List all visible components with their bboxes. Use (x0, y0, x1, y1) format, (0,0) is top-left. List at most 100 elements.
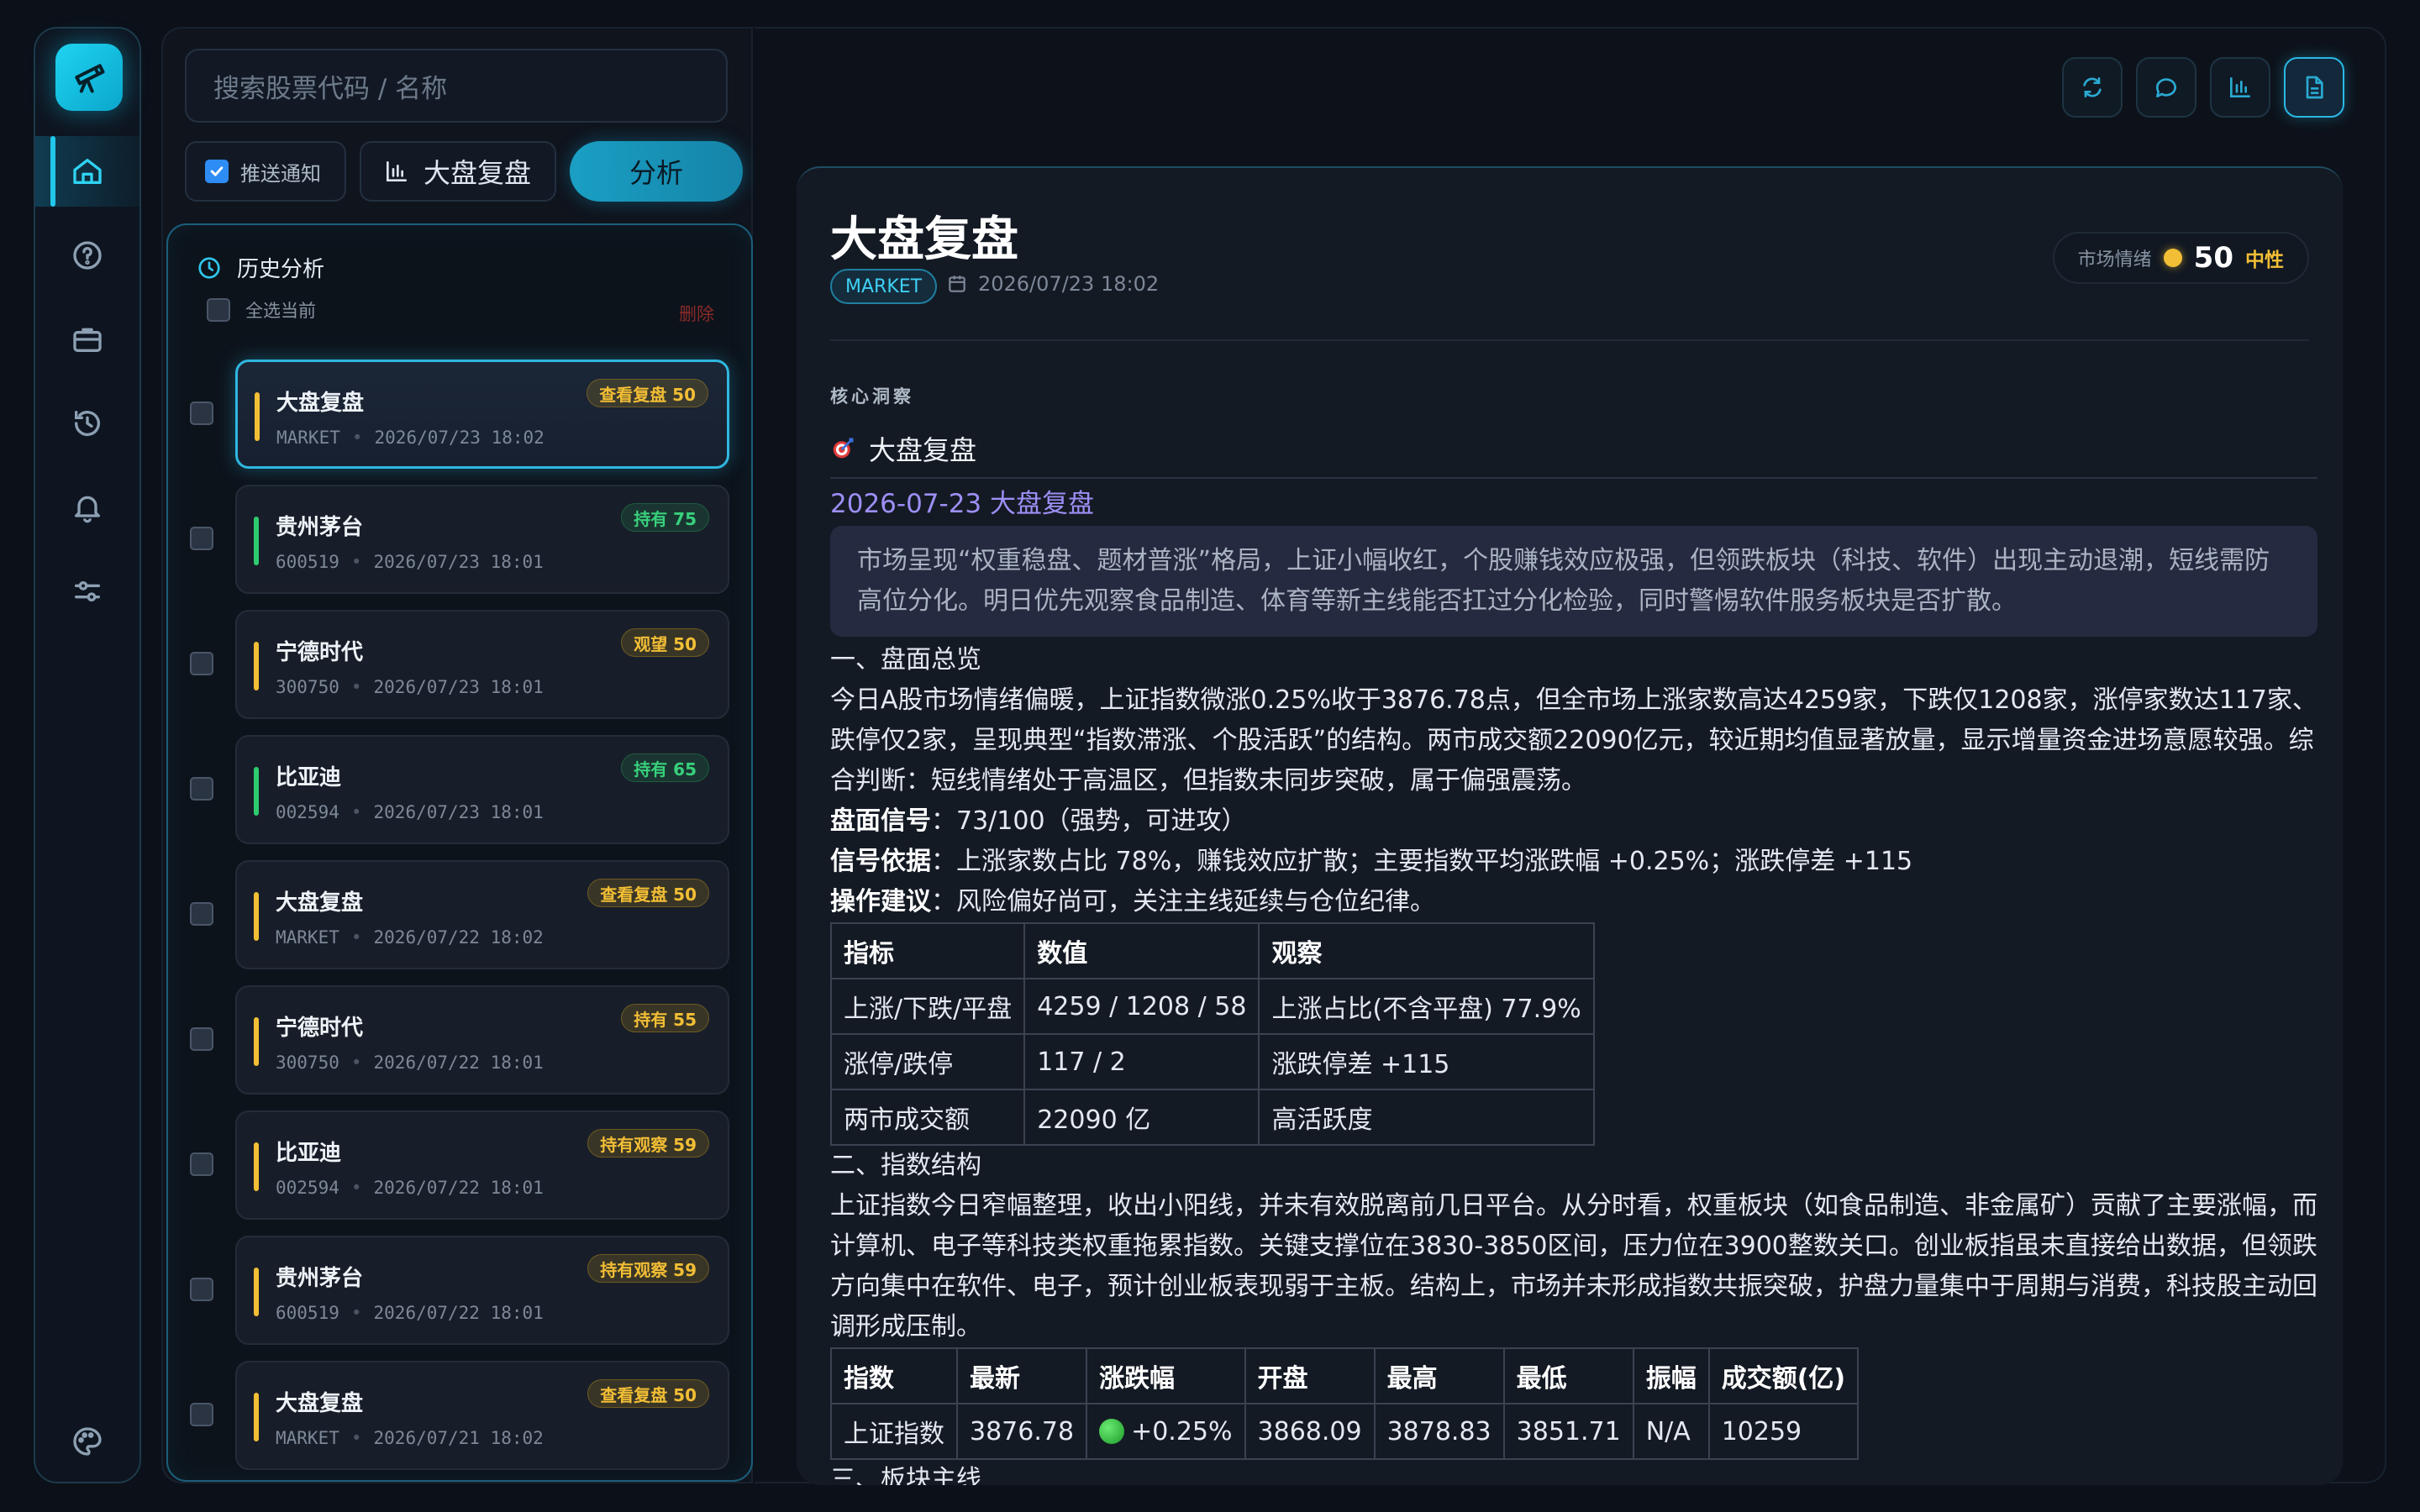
history-nav-icon[interactable] (35, 388, 139, 459)
cell-text: 3878.83 (1386, 1416, 1491, 1446)
table-cell: 117 / 2 (1023, 1033, 1260, 1090)
analyze-button[interactable]: 分析 (570, 141, 744, 202)
table-cell: +0.25% (1086, 1403, 1246, 1460)
chart-button[interactable] (2210, 57, 2270, 118)
stock-code: 300750 (276, 677, 339, 697)
stock-meta: MARKET • 2026/07/22 18:02 (276, 927, 544, 948)
section2-title: 二、指数结构 (830, 1151, 981, 1180)
briefcase-nav-icon[interactable] (35, 304, 139, 375)
table-header-cell: 数值 (1023, 922, 1260, 979)
stock-meta: 300750 • 2026/07/22 18:01 (276, 1053, 544, 1073)
bell-nav-icon[interactable] (35, 472, 139, 543)
history-card[interactable]: 比亚迪 002594 • 2026/07/22 18:01 持有观察 59 (235, 1110, 729, 1220)
basis-value: ：上涨家数占比 78%，赚钱效应扩散；主要指数平均涨跌幅 +0.25%；涨跌停差… (931, 847, 1913, 876)
history-row: 比亚迪 002594 • 2026/07/23 18:01 持有 65 (168, 735, 751, 844)
sentiment-dot-icon (2163, 249, 2182, 267)
row-checkbox[interactable] (190, 902, 213, 926)
basis-label: 信号依据 (830, 847, 931, 876)
row-checkbox[interactable] (190, 1278, 213, 1301)
history-card[interactable]: 宁德时代 300750 • 2026/07/23 18:01 观望 50 (235, 610, 729, 719)
stock-meta: 002594 • 2026/07/23 18:01 (276, 802, 544, 822)
history-row: 大盘复盘 MARKET • 2026/07/22 18:02 查看复盘 50 (168, 860, 751, 969)
cell-text: 22090 亿 (1037, 1105, 1151, 1135)
stock-search-input[interactable]: 搜索股票代码 / 名称 (185, 49, 728, 123)
stock-meta: MARKET • 2026/07/21 18:02 (276, 1428, 544, 1448)
refresh-icon (2083, 77, 2102, 97)
cell-text: 4259 / 1208 / 58 (1037, 991, 1247, 1021)
analysis-time: 2026/07/23 18:01 (373, 677, 544, 697)
table-cell: 3876.78 (955, 1403, 1088, 1460)
history-card[interactable]: 贵州茅台 600519 • 2026/07/23 18:01 持有 75 (235, 485, 729, 594)
status-bar (254, 1268, 259, 1316)
home-nav-icon[interactable] (35, 136, 139, 207)
signal-line: 盘面信号：73/100（强势，可进攻） (830, 801, 2317, 842)
status-badge: 观望 50 (621, 628, 709, 657)
row-checkbox[interactable] (190, 1152, 213, 1176)
row-checkbox[interactable] (190, 402, 213, 425)
history-card[interactable]: 贵州茅台 600519 • 2026/07/22 18:01 持有观察 59 (235, 1236, 729, 1345)
palette-theme-icon[interactable] (35, 1406, 139, 1477)
table-cell: 3868.09 (1244, 1403, 1376, 1460)
check-icon (210, 166, 224, 176)
history-card[interactable]: 宁德时代 300750 • 2026/07/22 18:01 持有 55 (235, 985, 729, 1095)
history-card[interactable]: 大盘复盘 MARKET • 2026/07/23 18:02 查看复盘 50 (235, 360, 729, 469)
green-status-dot-icon (1099, 1418, 1125, 1444)
cell-text: 上涨占比(不含平盘) 77.9% (1271, 995, 1581, 1024)
history-card[interactable]: 比亚迪 002594 • 2026/07/23 18:01 持有 65 (235, 735, 729, 844)
row-checkbox[interactable] (190, 527, 213, 550)
select-all-label: 全选当前 (245, 301, 316, 321)
table-cell: 10259 (1707, 1403, 1860, 1460)
history-panel: 历史分析 全选当前 删除 大盘复盘 MARKET • 2026/07/23 18:02… (166, 223, 753, 1482)
stock-code: 300750 (276, 1053, 339, 1073)
notify-checkbox[interactable] (205, 160, 229, 183)
divider (830, 477, 2317, 479)
analysis-time: 2026/07/22 18:01 (373, 1303, 544, 1323)
table-cell: 上涨占比(不含平盘) 77.9% (1258, 978, 1595, 1035)
row-checkbox[interactable] (190, 652, 213, 675)
stock-code: 002594 (276, 1178, 339, 1198)
notify-toggle[interactable]: 推送通知 (185, 141, 346, 202)
status-bar (254, 517, 259, 565)
table-header-cell: 最低 (1502, 1347, 1634, 1404)
report-title: 大盘复盘 (830, 213, 1018, 267)
stock-meta: 300750 • 2026/07/23 18:01 (276, 677, 544, 697)
table-cell: 高活跃度 (1258, 1089, 1595, 1146)
select-all-row[interactable]: 全选当前 (207, 297, 316, 323)
table-header-cell: 开盘 (1244, 1347, 1376, 1404)
delete-button[interactable]: 删除 (679, 301, 714, 326)
select-all-checkbox[interactable] (207, 298, 230, 322)
cell-text: 两市成交额 (844, 1105, 970, 1135)
table-header-cell: 振幅 (1632, 1347, 1710, 1404)
report-document-button[interactable] (2284, 57, 2344, 118)
table-header-cell: 涨跌幅 (1086, 1347, 1246, 1404)
history-card[interactable]: 大盘复盘 MARKET • 2026/07/21 18:02 查看复盘 50 (235, 1361, 729, 1470)
cell-text: 上涨/下跌/平盘 (844, 995, 1013, 1024)
section1-body: 今日A股市场情绪偏暖，上证指数微涨0.25%收于3876.78点，但全市场上涨家… (830, 685, 2317, 795)
table-header-row: 指标 数值 观察 (829, 922, 1595, 979)
cell-text: 10259 (1721, 1416, 1802, 1446)
help-nav-icon[interactable] (35, 220, 139, 291)
status-badge: 查看复盘 50 (587, 879, 709, 907)
row-checkbox[interactable] (190, 1403, 213, 1426)
cell-text: 涨跌停差 +115 (1271, 1050, 1450, 1079)
cell-text: 涨停/跌停 (844, 1050, 954, 1079)
refresh-button[interactable] (2062, 57, 2123, 118)
settings-sliders-nav-icon[interactable] (35, 556, 139, 627)
report-toolbar (2062, 57, 2344, 118)
row-checkbox[interactable] (190, 1027, 213, 1051)
market-review-mode-button[interactable]: 大盘复盘 (360, 141, 557, 202)
row-checkbox[interactable] (190, 777, 213, 801)
summary-quote: 市场呈现“权重稳盘、题材普涨”格局，上证小幅收红，个股赚钱效应极强，但领跌板块（… (830, 526, 2317, 637)
table-header-cell: 最新 (955, 1347, 1088, 1404)
basis-line: 信号依据：上涨家数占比 78%，赚钱效应扩散；主要指数平均涨跌幅 +0.25%；… (830, 842, 2317, 882)
table-cell: N/A (1632, 1403, 1710, 1460)
history-card[interactable]: 大盘复盘 MARKET • 2026/07/22 18:02 查看复盘 50 (235, 860, 729, 969)
bar-chart-icon (2230, 77, 2250, 97)
stock-code: 002594 (276, 802, 339, 822)
telescope-logo-icon[interactable] (55, 44, 123, 111)
table-cell: 两市成交额 (829, 1089, 1026, 1146)
cell-text: N/A (1645, 1416, 1691, 1446)
chat-button[interactable] (2136, 57, 2196, 118)
status-bar (255, 392, 260, 441)
sentiment-badge: 市场情绪 50 中性 (2052, 232, 2309, 284)
